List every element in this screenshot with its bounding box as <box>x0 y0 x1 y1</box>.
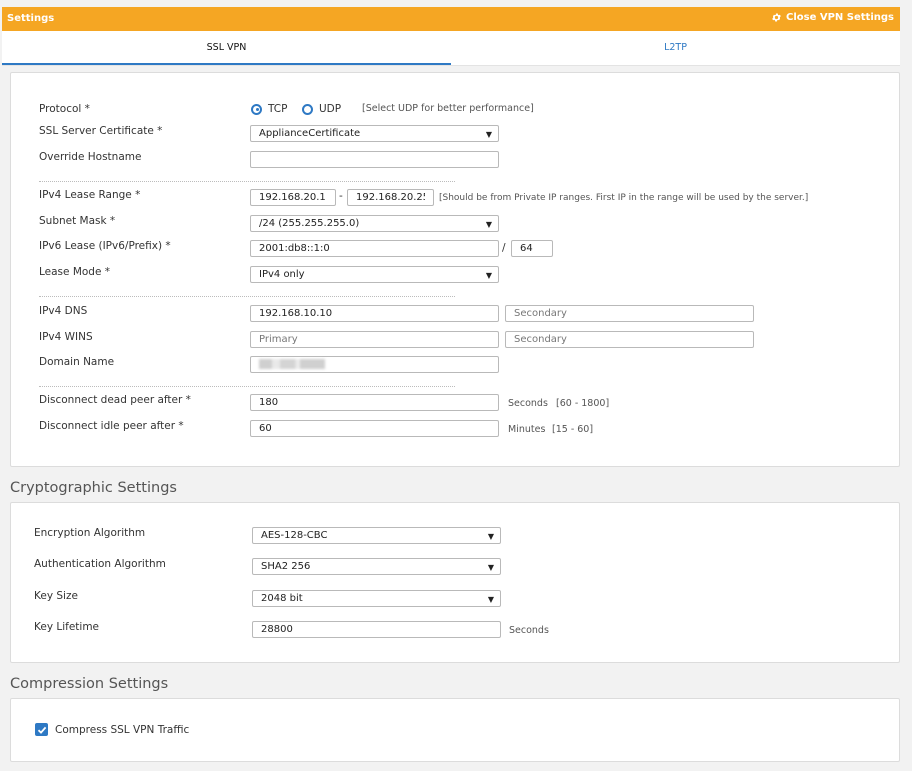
ssl-certificate-select[interactable]: ApplianceCertificate ▼ <box>250 125 499 142</box>
dead-peer-input[interactable] <box>250 394 499 411</box>
caret-down-icon: ▼ <box>485 130 492 139</box>
tab-ssl-vpn[interactable]: SSL VPN <box>2 31 451 65</box>
divider <box>39 296 455 297</box>
protocol-udp-radio[interactable] <box>302 103 313 115</box>
authentication-value: SHA2 256 <box>261 561 311 572</box>
encryption-value: AES-128-CBC <box>261 530 328 541</box>
lease-range-start-input[interactable] <box>250 189 336 206</box>
caret-down-icon: ▼ <box>485 271 492 280</box>
dns-secondary-input[interactable] <box>505 305 754 322</box>
encryption-label: Encryption Algorithm <box>34 527 146 539</box>
lease-mode-select[interactable]: IPv4 only ▼ <box>250 266 499 283</box>
close-vpn-settings-label: Close VPN Settings <box>786 12 894 23</box>
tab-l2tp[interactable]: L2TP <box>451 31 900 65</box>
subnet-mask-label: Subnet Mask * <box>39 215 116 227</box>
tab-l2tp-label: L2TP <box>664 42 687 53</box>
redacted-domain <box>259 359 325 369</box>
tab-bar: SSL VPN L2TP <box>2 31 900 66</box>
tab-ssl-vpn-label: SSL VPN <box>206 42 247 53</box>
ssl-certificate-value: ApplianceCertificate <box>259 128 361 139</box>
header-title: Settings <box>7 13 55 24</box>
caret-down-icon: ▼ <box>487 563 494 572</box>
key-size-label: Key Size <box>34 590 78 602</box>
idle-peer-range: [15 - 60] <box>552 424 594 435</box>
lease-range-end-input[interactable] <box>347 189 434 206</box>
wins-primary-input[interactable] <box>250 331 499 348</box>
crypto-section-title: Cryptographic Settings <box>10 480 177 496</box>
key-lifetime-input[interactable] <box>252 621 501 638</box>
compression-section-title: Compression Settings <box>10 676 169 692</box>
ssl-certificate-label: SSL Server Certificate * <box>39 125 163 137</box>
domain-name-input[interactable] <box>250 356 499 373</box>
compress-ssl-vpn-checkbox[interactable] <box>35 723 48 736</box>
gear-icon <box>772 13 781 22</box>
check-icon <box>37 726 46 734</box>
key-lifetime-unit: Seconds <box>509 625 549 636</box>
ipv6-lease-label: IPv6 Lease (IPv6/Prefix) * <box>39 240 171 252</box>
override-hostname-label: Override Hostname <box>39 151 142 163</box>
protocol-label: Protocol * <box>39 103 90 115</box>
ipv4-lease-range-label: IPv4 Lease Range * <box>39 189 141 201</box>
authentication-select[interactable]: SHA2 256 ▼ <box>252 558 501 575</box>
compress-ssl-vpn-option[interactable]: Compress SSL VPN Traffic <box>35 723 189 736</box>
protocol-tcp-label: TCP <box>268 103 288 115</box>
idle-peer-label: Disconnect idle peer after * <box>39 420 184 432</box>
idle-peer-input[interactable] <box>250 420 499 437</box>
dead-peer-unit: Seconds <box>508 398 548 409</box>
ipv4-dns-label: IPv4 DNS <box>39 305 88 317</box>
key-lifetime-label: Key Lifetime <box>34 621 100 633</box>
encryption-select[interactable]: AES-128-CBC ▼ <box>252 527 501 544</box>
lease-range-separator: - <box>339 190 343 202</box>
subnet-mask-value: /24 (255.255.255.0) <box>259 218 360 229</box>
protocol-udp-option[interactable]: UDP <box>302 103 341 115</box>
lease-mode-value: IPv4 only <box>259 269 305 280</box>
protocol-tcp-option[interactable]: TCP <box>251 103 287 115</box>
lease-range-hint: [Should be from Private IP ranges. First… <box>439 193 809 203</box>
caret-down-icon: ▼ <box>487 595 494 604</box>
dns-primary-input[interactable] <box>250 305 499 322</box>
divider <box>39 386 455 387</box>
caret-down-icon: ▼ <box>485 220 492 229</box>
lease-mode-label: Lease Mode * <box>39 266 111 278</box>
close-vpn-settings-button[interactable]: Close VPN Settings <box>771 12 894 23</box>
protocol-tcp-radio[interactable] <box>251 103 262 115</box>
dead-peer-label: Disconnect dead peer after * <box>39 394 191 406</box>
idle-peer-unit: Minutes <box>508 424 546 435</box>
key-size-select[interactable]: 2048 bit ▼ <box>252 590 501 607</box>
divider <box>39 181 455 182</box>
domain-name-label: Domain Name <box>39 356 115 368</box>
ipv6-address-input[interactable] <box>250 240 499 257</box>
caret-down-icon: ▼ <box>487 532 494 541</box>
protocol-hint: [Select UDP for better performance] <box>362 103 534 114</box>
settings-header: Settings Close VPN Settings <box>2 7 900 31</box>
ipv6-prefix-input[interactable] <box>511 240 553 257</box>
key-size-value: 2048 bit <box>261 593 303 604</box>
wins-secondary-input[interactable] <box>505 331 754 348</box>
authentication-label: Authentication Algorithm <box>34 558 166 570</box>
subnet-mask-select[interactable]: /24 (255.255.255.0) ▼ <box>250 215 499 232</box>
override-hostname-input[interactable] <box>250 151 499 168</box>
dead-peer-range: [60 - 1800] <box>556 398 610 409</box>
ipv4-wins-label: IPv4 WINS <box>39 331 93 343</box>
ipv6-prefix-separator: / <box>502 242 506 254</box>
protocol-udp-label: UDP <box>319 103 342 115</box>
compress-ssl-vpn-label: Compress SSL VPN Traffic <box>55 723 190 736</box>
